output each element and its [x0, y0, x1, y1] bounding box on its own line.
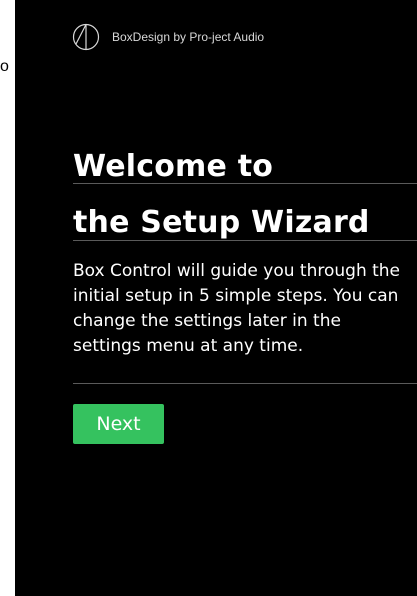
- description-line: settings menu at any time.: [73, 336, 304, 356]
- brand-name: BoxDesign by Pro-ject Audio: [112, 30, 265, 44]
- description-line: change the settings later in the: [73, 311, 341, 331]
- wizard-title-line-1: Welcome to: [73, 149, 274, 184]
- stray-text: o: [0, 58, 9, 75]
- description-line: initial setup in 5 simple steps. You can: [73, 286, 399, 306]
- project-audio-logo-icon: [72, 23, 100, 51]
- brand-header: BoxDesign by Pro-ject Audio: [72, 23, 264, 51]
- title-divider-2: [73, 240, 417, 241]
- title-divider-1: [73, 183, 417, 184]
- setup-wizard-panel: BoxDesign by Pro-ject Audio Welcome to t…: [15, 0, 417, 596]
- wizard-title-line-2: the Setup Wizard: [73, 205, 370, 240]
- description-line: Box Control will guide you through the: [73, 261, 401, 281]
- wizard-description: Box Control will guide you through the i…: [73, 259, 417, 359]
- next-button[interactable]: Next: [73, 404, 164, 444]
- description-divider: [73, 383, 417, 384]
